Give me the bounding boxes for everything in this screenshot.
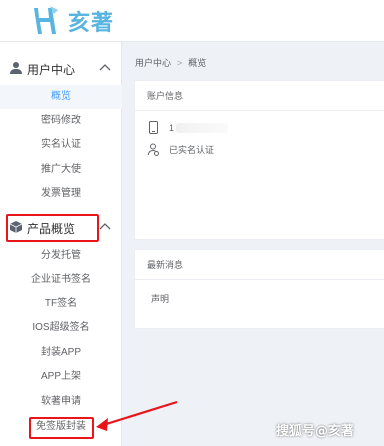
- logo[interactable]: 亥著: [30, 4, 114, 38]
- sidebar-item-package-app[interactable]: 封装APP: [0, 341, 122, 365]
- sidebar-item-copyright[interactable]: 软著申请: [0, 390, 122, 414]
- statement-link[interactable]: 声明: [151, 292, 169, 305]
- user-verified-icon: [148, 143, 159, 156]
- breadcrumb-separator: >: [177, 57, 183, 68]
- sidebar-item-tf-sign[interactable]: TF签名: [0, 292, 122, 316]
- breadcrumb: 用户中心 > 概览: [135, 56, 206, 69]
- account-info-card: 账户信息 1 已实名认证: [134, 80, 384, 240]
- phone-icon: [149, 121, 158, 134]
- highlight-box-product-overview: [6, 214, 99, 242]
- watermark: 搜狐号@亥著: [276, 424, 355, 439]
- sidebar: 用户中心 概览 密码修改 实名认证 推广大使 发票管理 产品概览 分发托管 企业…: [0, 42, 122, 446]
- card-title: 账户信息: [135, 81, 384, 111]
- breadcrumb-current: 概览: [188, 58, 207, 68]
- sidebar-item-password[interactable]: 密码修改: [0, 109, 122, 133]
- sidebar-item-real-name[interactable]: 实名认证: [0, 133, 122, 157]
- breadcrumb-root[interactable]: 用户中心: [135, 56, 171, 69]
- verify-status: 已实名认证: [169, 145, 215, 155]
- main-content: 用户中心 > 概览 账户信息 1 已实名认证 最新消息 声明: [123, 42, 384, 446]
- chevron-up-icon: [99, 64, 111, 71]
- logo-mark-icon: [34, 6, 58, 34]
- news-card: 最新消息 声明: [134, 249, 384, 329]
- card-title: 最新消息: [135, 250, 384, 280]
- highlight-box-signature-free-package: [29, 417, 94, 439]
- chevron-up-icon: [99, 223, 111, 230]
- sidebar-item-enterprise-cert[interactable]: 企业证书签名: [0, 268, 122, 292]
- sidebar-item-app-listing[interactable]: APP上架: [0, 365, 122, 389]
- logo-text: 亥著: [68, 11, 115, 36]
- menu-group-user-center[interactable]: 用户中心: [0, 49, 122, 89]
- verify-row: 已实名认证: [148, 143, 214, 156]
- menu-group-label: 用户中心: [27, 63, 76, 77]
- sidebar-item-overview[interactable]: 概览: [0, 85, 122, 109]
- user-icon: [10, 62, 22, 74]
- top-bar: 亥著: [0, 0, 384, 42]
- sidebar-item-invoice[interactable]: 发票管理: [0, 182, 122, 206]
- sidebar-item-ios-super-sign[interactable]: IOS超级签名: [0, 316, 122, 340]
- phone-number: 1: [169, 122, 175, 133]
- phone-blur-mask: [176, 122, 229, 133]
- phone-row: 1: [148, 121, 229, 134]
- sidebar-item-promotion[interactable]: 推广大使: [0, 158, 122, 182]
- sidebar-item-distribution[interactable]: 分发托管: [0, 244, 122, 268]
